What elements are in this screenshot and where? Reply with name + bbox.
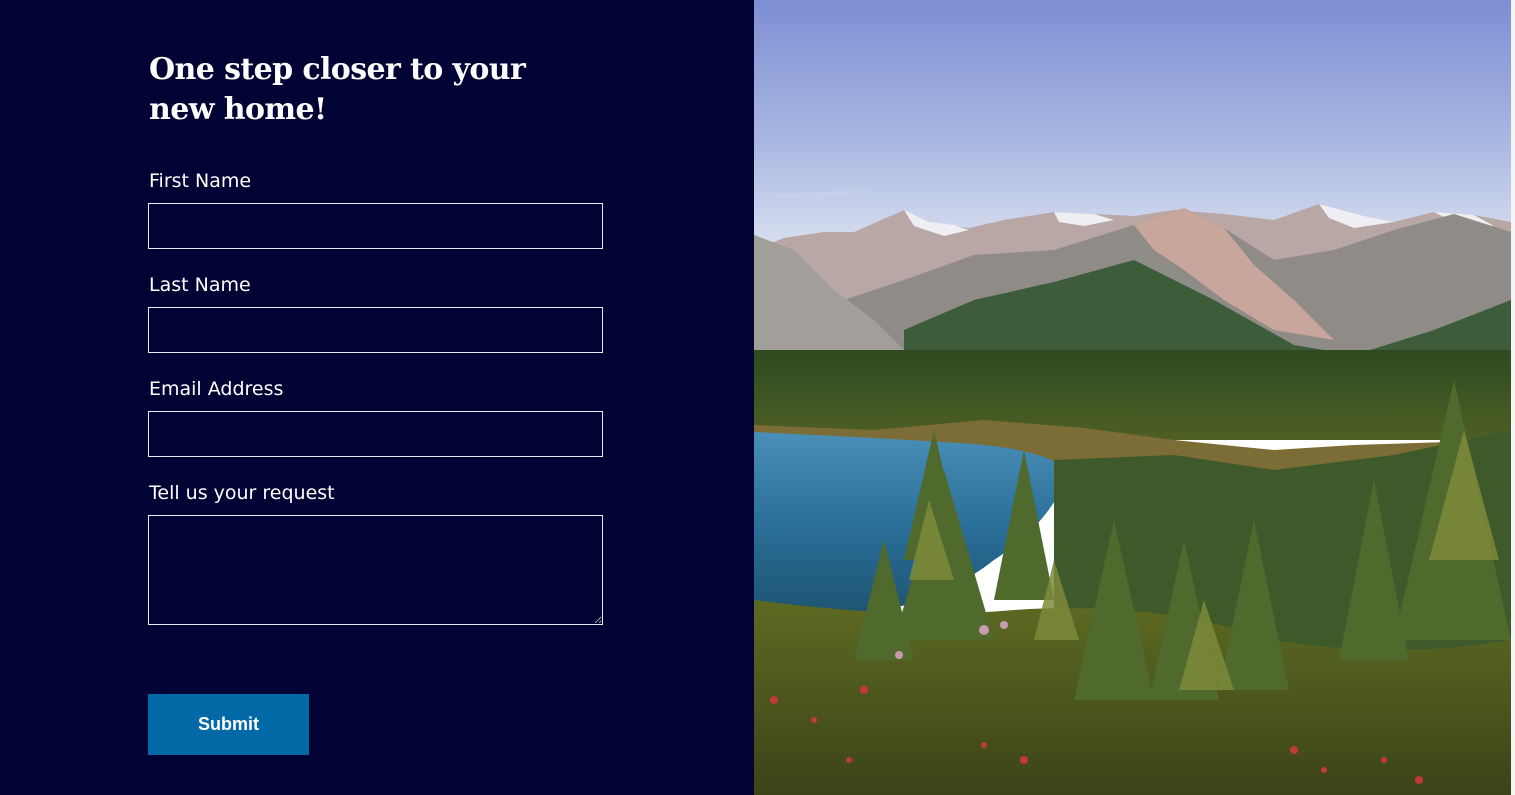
contact-form-panel: One step closer to your new home! First … (0, 0, 754, 795)
contact-page: One step closer to your new home! First … (0, 0, 1515, 795)
page-edge (1511, 0, 1515, 795)
email-address-label: Email Address (149, 378, 284, 400)
last-name-label: Last Name (149, 274, 251, 296)
submit-button[interactable]: Submit (148, 694, 309, 755)
first-name-label: First Name (149, 170, 252, 192)
forest-band (754, 350, 1511, 440)
form-heading: One step closer to your new home! (149, 52, 526, 127)
email-address-input[interactable] (148, 411, 603, 457)
landscape-illustration (754, 0, 1511, 795)
first-name-input[interactable] (148, 203, 603, 249)
last-name-input[interactable] (148, 307, 603, 353)
landscape-photo (754, 0, 1511, 795)
request-label: Tell us your request (149, 482, 335, 504)
request-textarea[interactable] (148, 515, 603, 625)
